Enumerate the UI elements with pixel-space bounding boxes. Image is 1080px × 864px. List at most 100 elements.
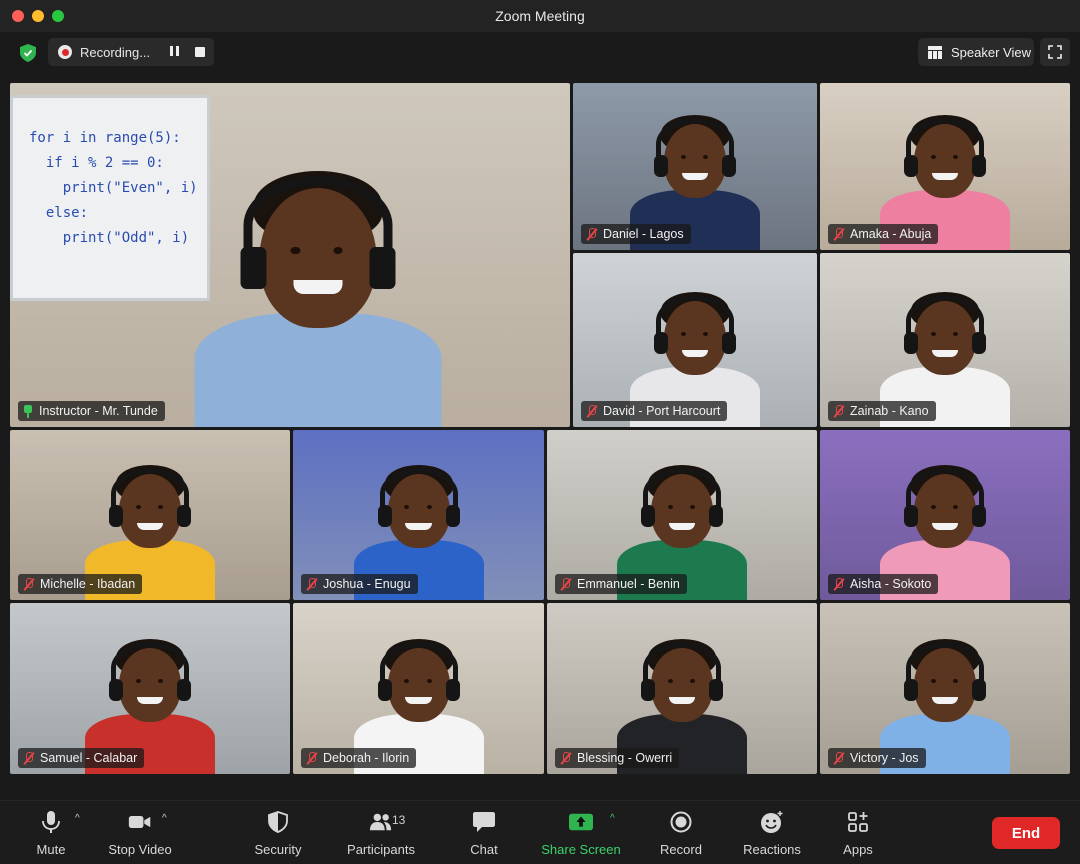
participant-smile: [136, 696, 163, 704]
headset-earcup: [654, 155, 668, 178]
reactions-label: Reactions: [743, 842, 801, 857]
code-line: print("Odd", i): [29, 230, 190, 246]
participants-button[interactable]: Participants: [343, 807, 419, 861]
chat-button[interactable]: Chat: [464, 807, 504, 861]
title-bar: Zoom Meeting: [0, 0, 1080, 32]
whiteboard-code: for i in range(5): if i % 2 == 0: print(…: [29, 126, 198, 251]
headset-earcup: [641, 505, 655, 528]
participant-name: Deborah - Ilorin: [323, 751, 410, 765]
zoom-window: Zoom Meeting Recording... Speaker View f…: [0, 0, 1080, 864]
security-shield-icon: [266, 810, 290, 834]
video-tile-participant[interactable]: Joshua - Enugu: [293, 430, 544, 600]
apps-button[interactable]: Apps: [838, 807, 878, 861]
smiley-icon: [760, 810, 784, 834]
participant-smile: [681, 349, 708, 357]
participant-name-tag: Deborah - Ilorin: [301, 748, 417, 768]
participant-smile: [668, 696, 695, 704]
headset-earcup: [109, 679, 123, 702]
speaker-view-label: Speaker View: [951, 44, 1031, 60]
reactions-button[interactable]: Reactions: [740, 807, 804, 861]
code-line: print("Even", i): [29, 180, 198, 196]
audio-options-chevron-icon[interactable]: ^: [75, 813, 80, 824]
encryption-shield-icon[interactable]: [20, 44, 36, 62]
headset-earcup: [654, 332, 668, 355]
participant-video-figure: [176, 97, 461, 427]
pause-recording-button[interactable]: [168, 46, 180, 58]
security-button[interactable]: Security: [250, 807, 306, 861]
meeting-controls-bar: Mute ^ Stop Video ^ Security Participant…: [0, 800, 1080, 864]
headset-earcup: [904, 155, 918, 178]
speaker-view-button[interactable]: Speaker View: [918, 38, 1034, 66]
record-icon: [669, 810, 693, 834]
participant-name: David - Port Harcourt: [603, 404, 721, 418]
participant-smile: [931, 349, 958, 357]
record-button[interactable]: Record: [656, 807, 706, 861]
participants-icon: [369, 810, 393, 834]
share-screen-label: Share Screen: [541, 842, 621, 857]
headset-earcup: [904, 505, 918, 528]
mute-button[interactable]: Mute: [20, 807, 82, 861]
apps-label: Apps: [843, 842, 873, 857]
participant-name: Samuel - Calabar: [40, 751, 138, 765]
participant-name-tag: Samuel - Calabar: [18, 748, 145, 768]
maximize-window-button[interactable]: [52, 10, 64, 22]
minimize-window-button[interactable]: [32, 10, 44, 22]
headset-earcup: [377, 505, 392, 528]
headset-earcup: [972, 505, 986, 528]
video-camera-icon: [128, 810, 152, 834]
headset-earcup: [722, 332, 736, 355]
headset-earcup: [709, 679, 723, 702]
video-options-chevron-icon[interactable]: ^: [162, 813, 167, 824]
window-controls: [12, 10, 64, 22]
participant-name: Amaka - Abuja: [850, 227, 932, 241]
muted-microphone-icon: [833, 404, 845, 418]
recording-indicator: Recording...: [48, 38, 214, 66]
video-tile-participant[interactable]: Deborah - Ilorin: [293, 603, 544, 774]
participant-name-tag: Blessing - Owerri: [555, 748, 680, 768]
video-tile-participant[interactable]: Samuel - Calabar: [10, 603, 290, 774]
participant-name-tag: Victory - Jos: [828, 748, 926, 768]
participant-name: Instructor - Mr. Tunde: [39, 404, 158, 418]
pin-icon: [23, 404, 33, 418]
participant-name-tag: Amaka - Abuja: [828, 224, 939, 244]
window-title: Zoom Meeting: [495, 8, 585, 24]
muted-microphone-icon: [833, 577, 845, 591]
fullscreen-button[interactable]: [1040, 38, 1070, 66]
video-tile-participant[interactable]: Emmanuel - Benin: [547, 430, 817, 600]
stop-recording-button[interactable]: [195, 47, 205, 57]
participant-name: Daniel - Lagos: [603, 227, 684, 241]
close-window-button[interactable]: [12, 10, 24, 22]
code-line: else:: [29, 205, 89, 221]
participant-name-tag: David - Port Harcourt: [581, 401, 728, 421]
participant-smile: [931, 696, 958, 704]
video-tile-participant[interactable]: Michelle - Ibadan: [10, 430, 290, 600]
video-tile-participant[interactable]: Zainab - Kano: [820, 253, 1070, 427]
muted-microphone-icon: [833, 751, 845, 765]
share-options-chevron-icon[interactable]: ^: [610, 813, 615, 824]
video-tile-participant[interactable]: Daniel - Lagos: [573, 83, 817, 250]
video-tile-participant[interactable]: Victory - Jos: [820, 603, 1070, 774]
participant-name-tag: Zainab - Kano: [828, 401, 936, 421]
headset-earcup: [177, 679, 191, 702]
meeting-top-bar: Recording... Speaker View: [0, 32, 1080, 82]
muted-microphone-icon: [586, 227, 598, 241]
participant-shirt: [194, 313, 442, 427]
video-tile-participant[interactable]: Blessing - Owerri: [547, 603, 817, 774]
participant-smile: [293, 280, 343, 294]
headset-earcup: [972, 679, 986, 702]
participant-name: Victory - Jos: [850, 751, 919, 765]
video-tile-participant[interactable]: Aisha - Sokoto: [820, 430, 1070, 600]
code-line: for i in range(5):: [29, 130, 181, 146]
microphone-icon: [39, 810, 63, 834]
headset-earcup: [641, 679, 655, 702]
participant-smile: [405, 522, 432, 530]
video-tile-participant[interactable]: David - Port Harcourt: [573, 253, 817, 427]
video-tile-participant[interactable]: Amaka - Abuja: [820, 83, 1070, 250]
end-meeting-button[interactable]: End: [992, 817, 1060, 849]
video-tile-instructor[interactable]: for i in range(5): if i % 2 == 0: print(…: [10, 83, 570, 427]
participant-smile: [931, 522, 958, 530]
stop-video-label: Stop Video: [108, 842, 172, 857]
recording-icon: [58, 45, 72, 59]
muted-microphone-icon: [306, 751, 318, 765]
security-label: Security: [254, 842, 302, 857]
